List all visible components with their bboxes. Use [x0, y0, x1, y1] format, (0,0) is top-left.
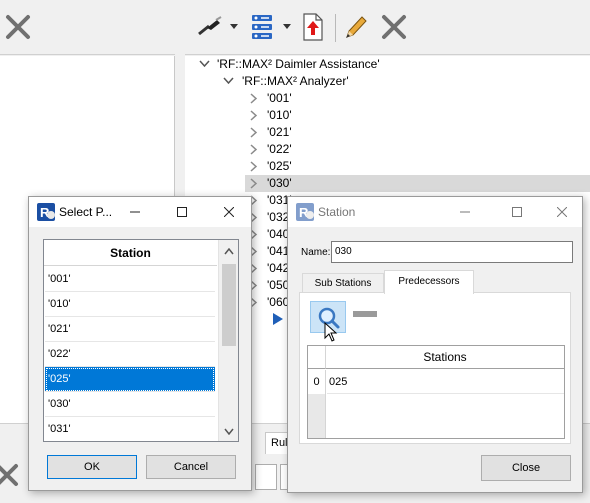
scroll-down-icon[interactable] — [224, 428, 234, 435]
select-dialog-title: Select P... — [59, 205, 113, 219]
name-field[interactable]: 030 — [331, 241, 573, 263]
grid-new-row-header — [308, 394, 326, 438]
delete-icon-bottom[interactable] — [0, 462, 22, 490]
list-item[interactable]: '030' — [45, 392, 215, 417]
close-window-button[interactable] — [207, 197, 251, 227]
maximize-icon — [177, 207, 187, 217]
mouse-cursor-icon — [324, 322, 338, 342]
chevron-right-icon[interactable] — [249, 144, 258, 155]
minimize-button[interactable] — [445, 197, 485, 227]
tree-item[interactable]: '025' — [245, 158, 590, 175]
maximize-icon — [512, 207, 522, 217]
tree-root-label: 'RF::MAX² Daimler Assistance' — [217, 57, 380, 71]
tree-item-label: '010' — [267, 108, 292, 122]
predecessors-grid[interactable]: Stations 0 025 — [307, 345, 565, 439]
app-logo-icon: R — [37, 203, 55, 221]
tree-item[interactable]: '022' — [245, 141, 590, 158]
list-item[interactable]: '021' — [45, 317, 215, 342]
chevron-right-icon[interactable] — [249, 93, 258, 104]
tree-analyzer-label: 'RF::MAX² Analyzer' — [242, 74, 349, 88]
name-label: Name: — [301, 247, 331, 258]
export-icon[interactable] — [302, 13, 324, 41]
search-button[interactable] — [310, 301, 346, 342]
right-toolbar — [185, 0, 590, 55]
chevron-right-icon[interactable] — [249, 110, 258, 121]
grid-row-index: 0 — [308, 370, 326, 394]
list-item[interactable]: '001' — [45, 267, 215, 292]
close-button[interactable]: Close — [481, 455, 571, 481]
edit-icon[interactable] — [343, 13, 369, 41]
list-item[interactable]: '031' — [45, 417, 215, 441]
minimize-icon — [130, 211, 140, 213]
scroll-up-icon[interactable] — [224, 248, 234, 255]
station-list-header[interactable]: Station — [44, 240, 217, 266]
connector-tool-icon[interactable] — [197, 16, 223, 38]
tree-item[interactable]: '010' — [245, 107, 590, 124]
maximize-button[interactable] — [162, 197, 202, 227]
chevron-down-icon[interactable] — [229, 23, 239, 31]
station-dialog: R Station Name: 030 Sub Stations Predece… — [287, 196, 583, 493]
remove-icon[interactable] — [352, 309, 378, 319]
cancel-button[interactable]: Cancel — [146, 455, 236, 479]
chevron-down-icon[interactable] — [199, 60, 210, 69]
toolbar-separator — [335, 14, 336, 42]
list-item[interactable]: '025' — [45, 367, 215, 392]
tab-panel: Stations 0 025 — [299, 292, 571, 444]
minimize-button[interactable] — [115, 197, 155, 227]
grid-corner — [308, 346, 326, 369]
tab-rules-label: Rul — [271, 437, 288, 449]
tab-predecessors[interactable]: Predecessors — [384, 270, 474, 294]
chevron-right-icon[interactable] — [249, 127, 258, 138]
tree-item-label: '030' — [267, 176, 292, 190]
structure-icon[interactable] — [251, 14, 273, 40]
minimize-icon — [460, 211, 470, 213]
dropdown-stub[interactable] — [255, 464, 277, 490]
tab-sub-stations[interactable]: Sub Stations — [302, 273, 384, 293]
close-window-button[interactable] — [540, 197, 584, 227]
ok-button[interactable]: OK — [47, 455, 137, 479]
chevron-right-icon[interactable] — [249, 161, 258, 172]
station-list[interactable]: Station '001' '010' '021' '022' '025' '030' '0… — [43, 239, 239, 442]
grid-cell[interactable]: 025 — [327, 370, 564, 394]
maximize-button[interactable] — [497, 197, 537, 227]
chevron-down-icon[interactable] — [282, 23, 292, 31]
left-toolbar — [0, 0, 175, 55]
station-dialog-title: Station — [318, 205, 356, 219]
tree-item-label: '021' — [267, 125, 292, 139]
close-icon — [224, 207, 234, 217]
grid-column-header[interactable]: Stations — [326, 346, 564, 369]
select-dialog: R Select P... Station '001' '010' '021' '02… — [28, 196, 252, 491]
tree-item[interactable]: '001' — [245, 90, 590, 107]
tree-item-label: '025' — [267, 159, 292, 173]
tree-item-label: '001' — [267, 91, 292, 105]
play-icon[interactable] — [272, 312, 284, 326]
tree-item-label: '022' — [267, 142, 292, 156]
station-dialog-titlebar[interactable]: R Station — [288, 197, 582, 227]
app-logo-icon: R — [296, 203, 314, 221]
chevron-down-icon[interactable] — [223, 77, 234, 86]
close-icon — [557, 207, 567, 217]
list-item[interactable]: '010' — [45, 292, 215, 317]
tree-item[interactable]: '021' — [245, 124, 590, 141]
select-dialog-titlebar[interactable]: R Select P... — [29, 197, 251, 227]
scrollbar-thumb[interactable] — [222, 264, 236, 346]
list-item[interactable]: '022' — [45, 342, 215, 367]
chevron-right-icon[interactable] — [249, 178, 258, 189]
tree-item[interactable]: '030' — [245, 175, 590, 192]
scrollbar[interactable] — [218, 240, 238, 441]
delete-icon[interactable] — [380, 13, 408, 41]
delete-icon[interactable] — [4, 13, 32, 41]
